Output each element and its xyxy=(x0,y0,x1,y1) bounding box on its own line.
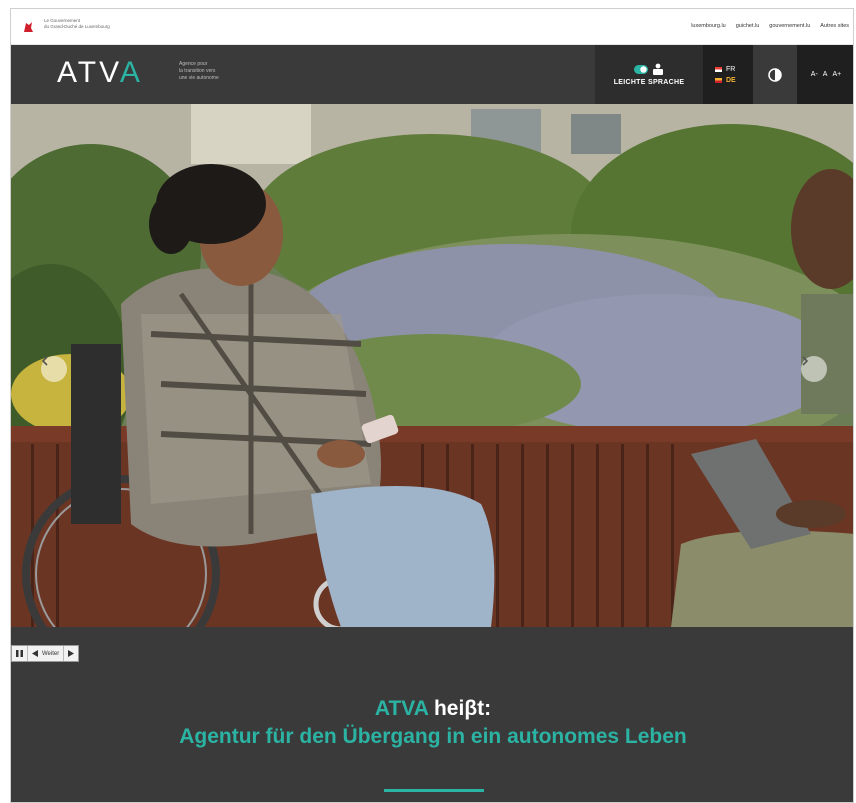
government-lion-icon[interactable] xyxy=(20,19,36,35)
language-de[interactable]: DE xyxy=(715,77,753,84)
language-de-label: DE xyxy=(726,76,736,84)
slider-forward-button[interactable] xyxy=(64,646,78,661)
slider-next-button[interactable] xyxy=(801,356,827,382)
easy-language-label: LEICHTE SPRACHE xyxy=(613,79,685,86)
intro-title: ATVA heiβt: xyxy=(11,697,853,721)
triangle-left-icon xyxy=(32,650,38,657)
contrast-toggle-button[interactable] xyxy=(753,45,797,104)
slider-back-button[interactable]: Weiter xyxy=(28,646,65,661)
language-fr-label: FR xyxy=(726,65,736,73)
tagline-line2: la transition vers xyxy=(179,68,216,74)
tagline-line1: Agence pour xyxy=(179,61,208,67)
intro-divider xyxy=(384,789,484,792)
font-size-decrease-button[interactable]: A- xyxy=(811,71,818,78)
slider-controls-label: Weiter xyxy=(42,650,60,657)
atva-logo[interactable]: ATVA xyxy=(57,51,143,95)
slider-controls: Weiter xyxy=(11,645,80,662)
gov-link-gouvernement[interactable]: gouvernement.lu xyxy=(769,23,810,29)
intro-title-rest: heiβt: xyxy=(433,697,492,720)
logo-tagline: Agence pour la transition vers une vie a… xyxy=(179,61,259,82)
pause-icon xyxy=(16,650,23,657)
government-bar: Le Gouvernement du Grand-Duché de Luxemb… xyxy=(11,9,853,45)
hero-slider xyxy=(11,104,853,627)
chevron-right-icon xyxy=(802,356,809,366)
chevron-left-icon xyxy=(41,356,48,366)
logo-wordmark: ATVA xyxy=(57,56,143,90)
logo-letters-main: ATV xyxy=(57,56,120,89)
intro-section: ATVA heiβt: Agentur für den Übergang in … xyxy=(11,627,853,802)
intro-subtitle: Agentur für den Übergang in ein autonome… xyxy=(179,725,687,748)
slider-prev-button[interactable] xyxy=(41,356,67,382)
font-size-controls: A- A A+ xyxy=(797,45,853,104)
logo-letters-accent: A xyxy=(119,56,143,89)
font-size-reset-button[interactable]: A xyxy=(823,71,828,78)
gov-link-guichet[interactable]: guichet.lu xyxy=(736,23,760,29)
slider-pause-button[interactable] xyxy=(12,646,28,661)
easy-reading-icon xyxy=(653,63,663,75)
language-switcher: FR DE xyxy=(703,45,753,104)
font-size-increase-button[interactable]: A+ xyxy=(832,71,841,78)
contrast-icon xyxy=(768,67,782,82)
hero-photo xyxy=(11,104,853,627)
language-fr[interactable]: FR xyxy=(715,66,753,73)
easy-language-button[interactable]: LEICHTE SPRACHE xyxy=(595,45,703,104)
flag-de-icon xyxy=(715,77,722,83)
triangle-right-icon xyxy=(68,650,75,657)
government-links: luxembourg.lu guichet.lu gouvernement.lu… xyxy=(691,23,849,29)
gov-link-luxembourg[interactable]: luxembourg.lu xyxy=(691,23,726,29)
toggle-icon xyxy=(634,64,648,74)
intro-title-accent: ATVA xyxy=(374,697,429,720)
browser-viewport: Le Gouvernement du Grand-Duché de Luxemb… xyxy=(10,8,854,803)
flag-fr-icon xyxy=(715,66,722,72)
gov-link-other-sites[interactable]: Autres sites xyxy=(820,23,849,29)
government-name: Le Gouvernement du Grand-Duché de Luxemb… xyxy=(44,18,164,30)
site-header: ATVA Agence pour la transition vers une … xyxy=(11,45,853,104)
tagline-line3: une vie autonome xyxy=(179,75,219,81)
easy-language-icons xyxy=(634,63,664,75)
government-name-line2: du Grand-Duché de Luxembourg xyxy=(44,24,110,29)
